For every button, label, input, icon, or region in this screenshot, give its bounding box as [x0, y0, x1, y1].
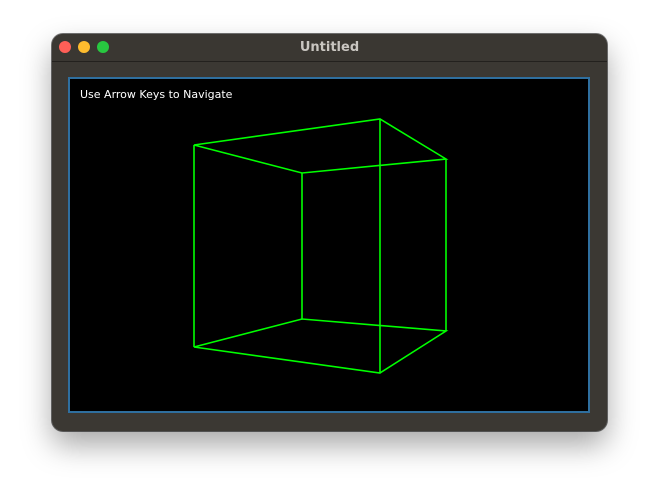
render-canvas[interactable]: Use Arrow Keys to Navigate [68, 77, 590, 413]
window-title: Untitled [299, 40, 360, 55]
app-window: Untitled Use Arrow Keys to Navigate [52, 34, 607, 431]
cube-front-face [193, 318, 449, 374]
cube-back-face [193, 118, 449, 174]
title-bar[interactable]: Untitled [52, 34, 607, 62]
wireframe-cube [193, 118, 449, 374]
